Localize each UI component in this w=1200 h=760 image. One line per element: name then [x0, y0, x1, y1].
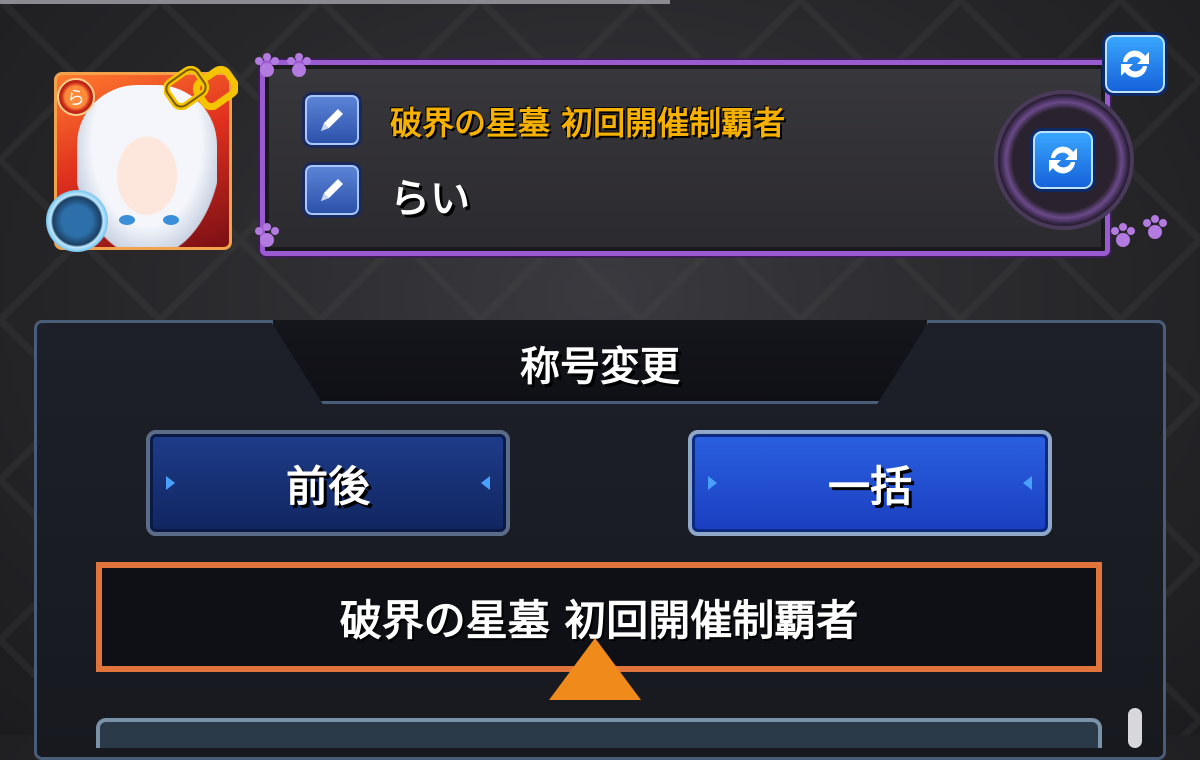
title-list[interactable] [96, 718, 1102, 748]
scrollbar-handle[interactable] [1128, 708, 1142, 748]
edit-title-button[interactable] [302, 92, 362, 148]
profile-name-panel [260, 60, 1110, 256]
selection-pointer-icon [549, 638, 641, 700]
arrow-left-icon [708, 476, 717, 490]
arrow-right-icon [481, 476, 490, 490]
tab-label: 一括 [827, 461, 912, 511]
refresh-icon [1049, 146, 1077, 174]
panel-title: 称号変更 [520, 344, 680, 390]
pencil-icon [321, 109, 343, 131]
chain-link-icon [164, 66, 238, 110]
paw-corner-icon [287, 53, 311, 77]
fire-element-icon: ら [57, 78, 95, 116]
edit-name-button[interactable] [302, 162, 362, 218]
player-title-text: 破界の星墓 初回開催制覇者 [390, 104, 786, 142]
paw-corner-icon [255, 53, 279, 77]
pencil-icon [321, 179, 343, 201]
character-eyes [119, 215, 179, 225]
tab-label: 前後 [285, 461, 370, 511]
change-monster-button[interactable] [1030, 128, 1096, 192]
tab-front-back[interactable]: 前後 [146, 430, 510, 536]
top-bar-strip [0, 0, 670, 4]
tab-bulk[interactable]: 一括 [688, 430, 1052, 536]
refresh-profile-button[interactable] [1102, 32, 1168, 96]
paw-corner-icon [1143, 215, 1167, 239]
rank-gauge-icon [46, 190, 108, 252]
arrow-right-icon [1023, 476, 1032, 490]
refresh-icon [1121, 50, 1149, 78]
paw-corner-icon [1111, 223, 1135, 247]
paw-corner-icon [255, 223, 279, 247]
arrow-left-icon [166, 476, 175, 490]
player-name-text: らい [390, 176, 470, 222]
